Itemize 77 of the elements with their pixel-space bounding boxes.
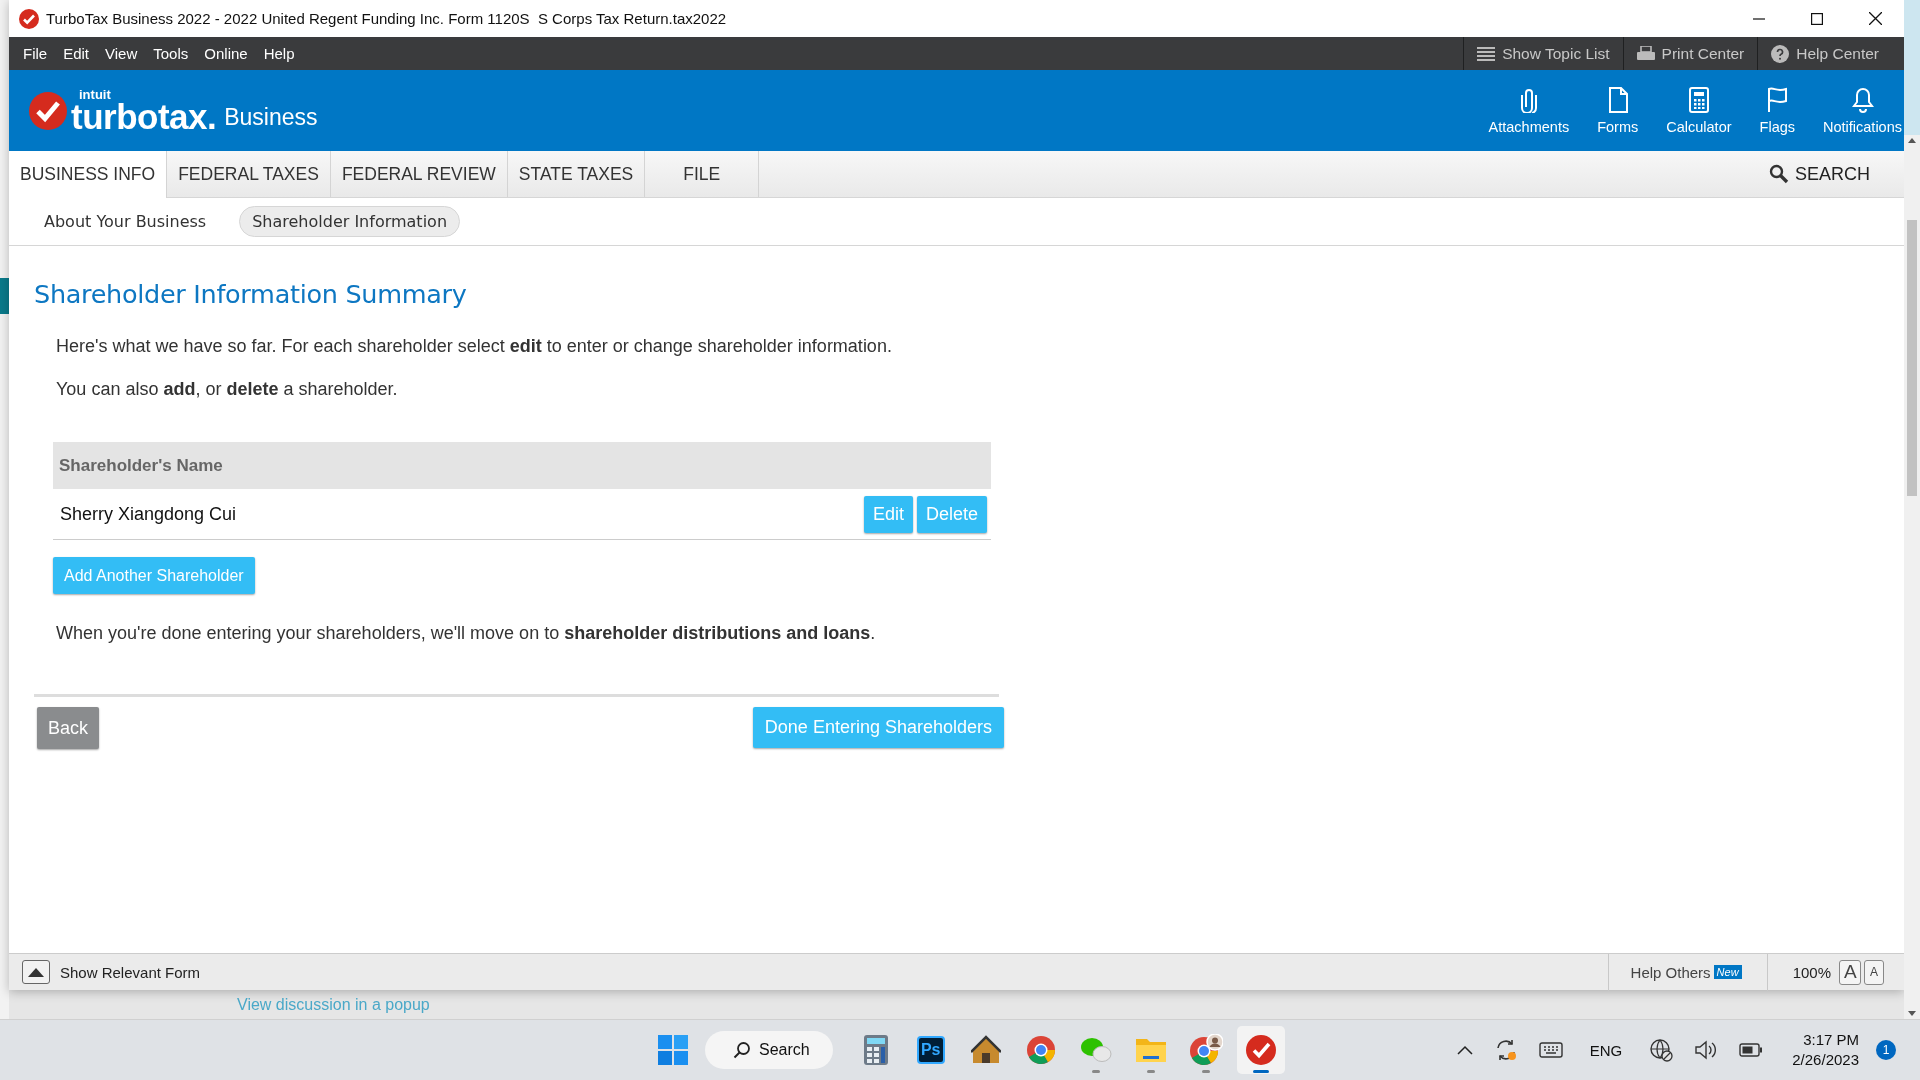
clock-date[interactable]: 2/26/2023 — [1792, 1050, 1859, 1070]
running-indicator — [1091, 1070, 1100, 1073]
scrollbar[interactable] — [1904, 135, 1920, 1019]
triangle-up-icon — [28, 967, 44, 977]
menu-item[interactable]: Help — [263, 45, 295, 62]
subnav-link[interactable]: Shareholder Information — [239, 206, 460, 237]
new-badge: New — [1713, 965, 1742, 979]
menu-item[interactable]: Online — [204, 45, 248, 62]
page-edge-marker — [0, 278, 9, 314]
flag-icon — [1766, 86, 1789, 113]
language-indicator[interactable]: ENG — [1589, 1041, 1623, 1059]
help-others-link[interactable]: Help Others — [1630, 963, 1711, 981]
nav-tab[interactable]: FILE — [645, 151, 760, 197]
window-title: TurboTax Business 2022 - 2022 United Regent Funding Inc. Form 1120S S Corps Tax Return.tax2022 — [46, 10, 727, 27]
house-icon — [970, 1035, 1001, 1065]
search-button[interactable]: SEARCH — [1763, 151, 1876, 197]
column-header: Shareholder's Name — [59, 455, 223, 476]
logo-check-icon — [29, 91, 67, 130]
header-action[interactable]: Calculator — [1652, 86, 1746, 135]
search-icon — [1769, 164, 1789, 184]
globe-icon[interactable] — [1649, 1038, 1674, 1062]
brand-name: turbotax. — [71, 98, 217, 134]
speaker-icon[interactable] — [1694, 1040, 1719, 1060]
taskbar-search[interactable]: Search — [705, 1031, 833, 1069]
brand-suffix: Business — [224, 104, 318, 131]
running-indicator — [1252, 1070, 1269, 1073]
folder-icon — [1134, 1036, 1167, 1064]
page-heading: Shareholder Information Summary — [34, 278, 468, 310]
table-cell: Sherry Xiangdong Cui — [60, 503, 237, 525]
notification-badge[interactable]: 1 — [1876, 1040, 1896, 1060]
maximize-icon — [1811, 12, 1823, 25]
chat-icon — [1079, 1036, 1112, 1064]
expand-button[interactable] — [22, 960, 50, 984]
battery-icon[interactable] — [1739, 1043, 1764, 1057]
header-action[interactable]: Notifications — [1809, 86, 1904, 135]
browser-icon — [1188, 1034, 1223, 1066]
closing-text: When you're done entering your shareholders, we'll move on to shareholder distributions and loans. — [56, 622, 877, 644]
running-indicator — [1146, 1070, 1155, 1073]
font-size-button[interactable]: A — [1839, 959, 1861, 985]
font-size-button[interactable]: A — [1864, 959, 1884, 985]
show-form-label[interactable]: Show Relevant Form — [60, 963, 201, 981]
search-icon — [733, 1041, 751, 1059]
taskbar-app[interactable] — [1236, 1026, 1285, 1074]
taskbar-app[interactable]: Ps — [906, 1026, 955, 1074]
app-check-icon — [19, 8, 39, 29]
header-action[interactable]: Flags — [1745, 86, 1809, 135]
bell-icon — [1851, 86, 1874, 113]
menu-item[interactable]: Tools — [153, 45, 189, 62]
chevron-up-icon[interactable] — [1456, 1045, 1473, 1055]
menu-item[interactable]: View — [105, 45, 138, 62]
header-action[interactable]: Attachments — [1474, 86, 1584, 135]
help-icon — [1771, 44, 1790, 63]
keyboard-icon[interactable] — [1538, 1042, 1563, 1058]
intro-text: You can also add, or delete a shareholder. — [56, 378, 399, 400]
close-icon — [1868, 12, 1882, 25]
calculator-icon — [863, 1035, 888, 1065]
zoom-level: 100% — [1792, 963, 1831, 981]
list-icon — [1477, 45, 1496, 62]
photoshop-icon: Ps — [916, 1036, 945, 1064]
menu-item[interactable]: File — [23, 45, 48, 62]
document-icon — [1606, 86, 1629, 113]
header-action[interactable]: Forms — [1583, 86, 1653, 135]
browser-icon — [1025, 1035, 1056, 1065]
start-icon[interactable] — [658, 1035, 688, 1065]
menu-item[interactable]: Edit — [63, 45, 90, 62]
nav-tab[interactable]: STATE TAXES — [507, 151, 646, 197]
calculator-icon — [1687, 86, 1710, 113]
subnav-link[interactable]: About Your Business — [31, 206, 220, 237]
printer-icon — [1636, 45, 1655, 62]
intro-text: Here's what we have so far. For each shareholder select edit to enter or change shareholder information. — [56, 335, 893, 357]
check-icon — [1245, 1035, 1276, 1065]
nav-tab[interactable]: FEDERAL REVIEW — [330, 151, 508, 197]
clock-time[interactable]: 3:17 PM — [1803, 1030, 1859, 1050]
nav-tab[interactable]: FEDERAL TAXES — [167, 151, 331, 197]
nav-tab[interactable]: BUSINESS INFO — [9, 151, 168, 198]
running-indicator — [1201, 1070, 1210, 1073]
brand-name: intuit — [79, 87, 112, 101]
